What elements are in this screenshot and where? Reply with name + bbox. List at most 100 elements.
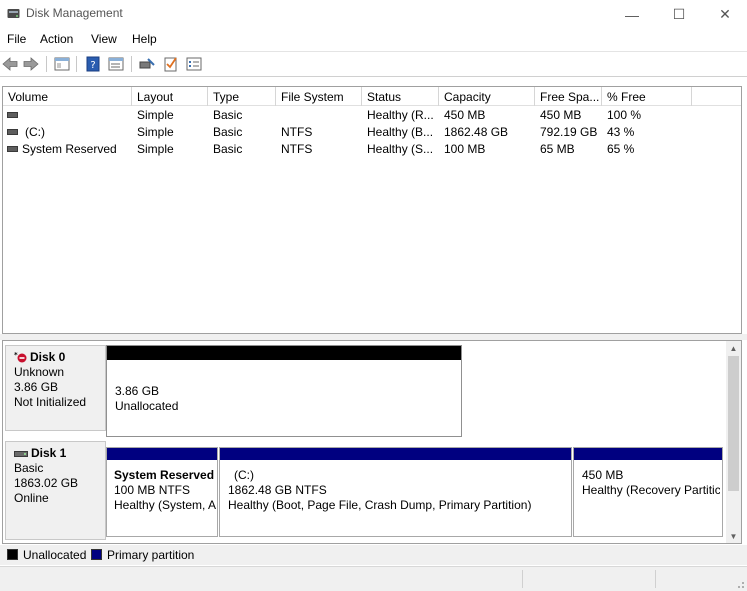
minimize-button[interactable]: —	[609, 0, 655, 29]
disk-error-icon: *	[14, 352, 27, 362]
unallocated-stripe	[107, 346, 461, 360]
partition-disk0-unallocated[interactable]: 3.86 GB Unallocated	[106, 345, 462, 437]
help-button[interactable]: ?	[84, 55, 102, 73]
disk-0-size: 3.86 GB	[14, 380, 59, 394]
drive-icon	[7, 129, 18, 135]
menu-bar: File Action View Help	[0, 29, 747, 51]
volume-file-system: NTFS	[281, 142, 313, 156]
table-row[interactable]: (C:) Simple Basic NTFS Healthy (B... 186…	[3, 124, 741, 141]
checklist-icon	[164, 57, 177, 72]
close-icon: ✕	[719, 6, 731, 22]
partition-size: 1862.48 GB NTFS	[228, 483, 327, 497]
column-header-status[interactable]: Status	[362, 87, 439, 106]
table-row[interactable]: Simple Basic Healthy (R... 450 MB 450 MB…	[3, 107, 741, 124]
status-bar	[0, 566, 747, 591]
menu-help[interactable]: Help	[132, 32, 157, 46]
menu-action[interactable]: Action	[40, 32, 73, 46]
partition-status: Healthy (Recovery Partitic	[582, 483, 720, 497]
volume-list: Volume Layout Type File System Status Ca…	[2, 86, 742, 334]
disk-view: * Disk 0 Unknown 3.86 GB Not Initialized…	[2, 340, 742, 544]
toolbar-separator	[131, 56, 132, 72]
properties-button[interactable]	[107, 55, 125, 73]
show-hide-console-tree-button[interactable]	[53, 55, 71, 73]
back-button[interactable]	[1, 55, 19, 73]
status-bar-separator	[655, 570, 656, 588]
disk-0-type: Unknown	[14, 365, 65, 379]
disk-1-size: 1863.02 GB	[14, 476, 79, 490]
volume-percent-free: 100 %	[607, 108, 642, 122]
volume-percent-free: 65 %	[607, 142, 635, 156]
minimize-icon: —	[625, 6, 639, 23]
volume-file-system: NTFS	[281, 125, 313, 139]
status-bar-separator	[522, 570, 523, 588]
svg-text:*: *	[14, 352, 18, 359]
disk-1-name: Disk 1	[31, 446, 67, 460]
disk-1-type: Basic	[14, 461, 44, 475]
maximize-icon: ☐	[672, 6, 686, 22]
legend-unallocated-swatch	[7, 549, 18, 560]
volume-list-header: Volume Layout Type File System Status Ca…	[3, 87, 741, 106]
column-header-volume[interactable]: Volume	[3, 87, 132, 106]
scroll-down-arrow-icon[interactable]: ▼	[726, 529, 741, 543]
close-button[interactable]: ✕	[702, 0, 747, 29]
volume-capacity: 1862.48 GB	[444, 125, 509, 139]
partition-status: Healthy (Boot, Page File, Crash Dump, Pr…	[228, 498, 532, 512]
forward-icon	[23, 57, 39, 71]
disk-view-scrollbar[interactable]: ▲ ▼	[726, 341, 741, 543]
column-header-capacity[interactable]: Capacity	[439, 87, 535, 106]
forward-button[interactable]	[22, 55, 40, 73]
maximize-button[interactable]: ☐	[656, 0, 702, 29]
volume-type: Basic	[213, 125, 243, 139]
partition-status: Unallocated	[115, 399, 179, 413]
disk-management-app-icon	[7, 7, 20, 20]
disk-0-label[interactable]: * Disk 0 Unknown 3.86 GB Not Initialized	[5, 345, 106, 431]
volume-status: Healthy (B...	[367, 125, 434, 139]
help-icon: ?	[86, 56, 100, 72]
column-header-percent-free[interactable]: % Free	[602, 87, 692, 106]
menu-file[interactable]: File	[7, 32, 26, 46]
scroll-thumb[interactable]	[728, 356, 739, 491]
volume-status: Healthy (R...	[367, 108, 434, 122]
column-header-layout[interactable]: Layout	[132, 87, 208, 106]
column-header-file-system[interactable]: File System	[276, 87, 362, 106]
table-row[interactable]: System Reserved Simple Basic NTFS Health…	[3, 141, 741, 158]
volume-type: Basic	[213, 108, 243, 122]
volume-status: Healthy (S...	[367, 142, 434, 156]
partition-size: 450 MB	[582, 468, 624, 482]
resize-grip-icon[interactable]	[733, 577, 745, 589]
volume-layout: Simple	[137, 108, 174, 122]
volume-capacity: 100 MB	[444, 142, 486, 156]
volume-free-space: 450 MB	[540, 108, 582, 122]
volume-free-space: 792.19 GB	[540, 125, 598, 139]
partition-system-reserved[interactable]: System Reserved 100 MB NTFS Healthy (Sys…	[106, 447, 218, 537]
disk-1-state: Online	[14, 491, 49, 505]
column-header-type[interactable]: Type	[208, 87, 276, 106]
column-header-free-space[interactable]: Free Spa...	[535, 87, 602, 106]
disk-0-name: Disk 0	[30, 350, 66, 364]
console-tree-icon	[54, 57, 70, 71]
volume-percent-free: 43 %	[607, 125, 635, 139]
partition-size: 100 MB NTFS	[114, 483, 191, 497]
partition-label: System Reserved	[114, 468, 215, 482]
partition-label: (C:)	[234, 468, 254, 482]
primary-partition-stripe	[107, 448, 217, 460]
rescan-disks-button[interactable]	[138, 55, 156, 73]
disk-1-label[interactable]: Disk 1 Basic 1863.02 GB Online	[5, 441, 106, 540]
menu-view[interactable]: View	[91, 32, 117, 46]
volume-name: (C:)	[25, 125, 45, 139]
volume-free-space: 65 MB	[540, 142, 575, 156]
settings-list-button[interactable]	[185, 55, 203, 73]
drive-icon	[7, 146, 18, 152]
volume-type: Basic	[213, 142, 243, 156]
checklist-button[interactable]	[162, 55, 180, 73]
volume-layout: Simple	[137, 142, 174, 156]
title-bar: Disk Management — ☐ ✕	[0, 0, 747, 29]
svg-text:?: ?	[90, 60, 95, 71]
scroll-up-arrow-icon[interactable]: ▲	[726, 341, 741, 355]
primary-partition-stripe	[574, 448, 722, 460]
partition-c-drive[interactable]: (C:) 1862.48 GB NTFS Healthy (Boot, Page…	[219, 447, 572, 537]
toolbar: ?	[0, 51, 747, 77]
legend-unallocated-label: Unallocated	[23, 548, 87, 562]
partition-recovery[interactable]: 450 MB Healthy (Recovery Partitic	[573, 447, 723, 537]
partition-status: Healthy (System, A	[114, 498, 217, 512]
